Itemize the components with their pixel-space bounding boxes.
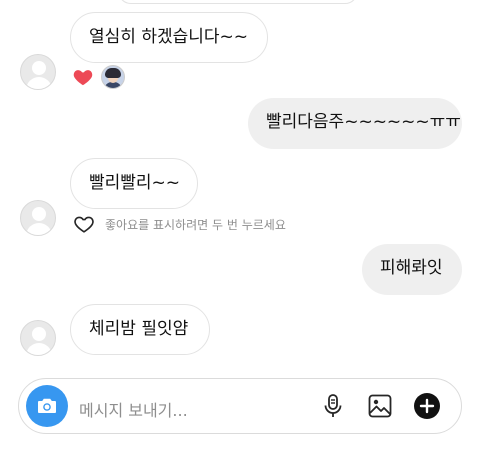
message-text: 빨리빨리~~ bbox=[89, 173, 181, 193]
incoming-message-bubble[interactable]: 체리밤 필잇얌 bbox=[70, 304, 210, 355]
message-input[interactable]: 메시지 보내기... bbox=[79, 397, 188, 421]
image-icon bbox=[368, 394, 392, 418]
sender-avatar[interactable] bbox=[20, 54, 56, 90]
incoming-message-bubble[interactable]: 열심히 하겠습니다~~ bbox=[70, 12, 268, 63]
outgoing-message-bubble[interactable]: 피해롸잇 bbox=[362, 244, 462, 295]
plus-circle-icon bbox=[414, 393, 440, 419]
reactor-avatar[interactable] bbox=[101, 65, 125, 89]
microphone-icon bbox=[324, 394, 342, 417]
sender-avatar[interactable] bbox=[20, 200, 56, 236]
incoming-message-bubble[interactable]: 빨리빨리~~ bbox=[70, 158, 198, 209]
like-hint-text: 좋아요를 표시하려면 두 번 누르세요 bbox=[105, 217, 286, 232]
sender-avatar[interactable] bbox=[20, 320, 56, 356]
message-composer: 메시지 보내기... bbox=[18, 378, 462, 434]
heart-outline-icon[interactable] bbox=[73, 213, 95, 235]
message-text: 체리밤 필잇얌 bbox=[89, 319, 189, 339]
message-text: 열심히 하겠습니다~~ bbox=[89, 27, 249, 47]
microphone-button[interactable] bbox=[319, 392, 347, 420]
previous-message-bubble-edge bbox=[118, 0, 358, 4]
add-button[interactable] bbox=[413, 392, 441, 420]
message-text: 빨리다음주~~~~~~ㅠㅠ bbox=[266, 112, 461, 132]
camera-button[interactable] bbox=[26, 385, 68, 427]
outgoing-message-bubble[interactable]: 빨리다음주~~~~~~ㅠㅠ bbox=[248, 98, 462, 149]
message-text: 피해롸잇 bbox=[380, 258, 443, 278]
like-hint: 좋아요를 표시하려면 두 번 누르세요 bbox=[73, 213, 286, 235]
camera-icon bbox=[38, 398, 56, 413]
gallery-button[interactable] bbox=[366, 392, 394, 420]
heart-icon[interactable] bbox=[72, 66, 94, 88]
